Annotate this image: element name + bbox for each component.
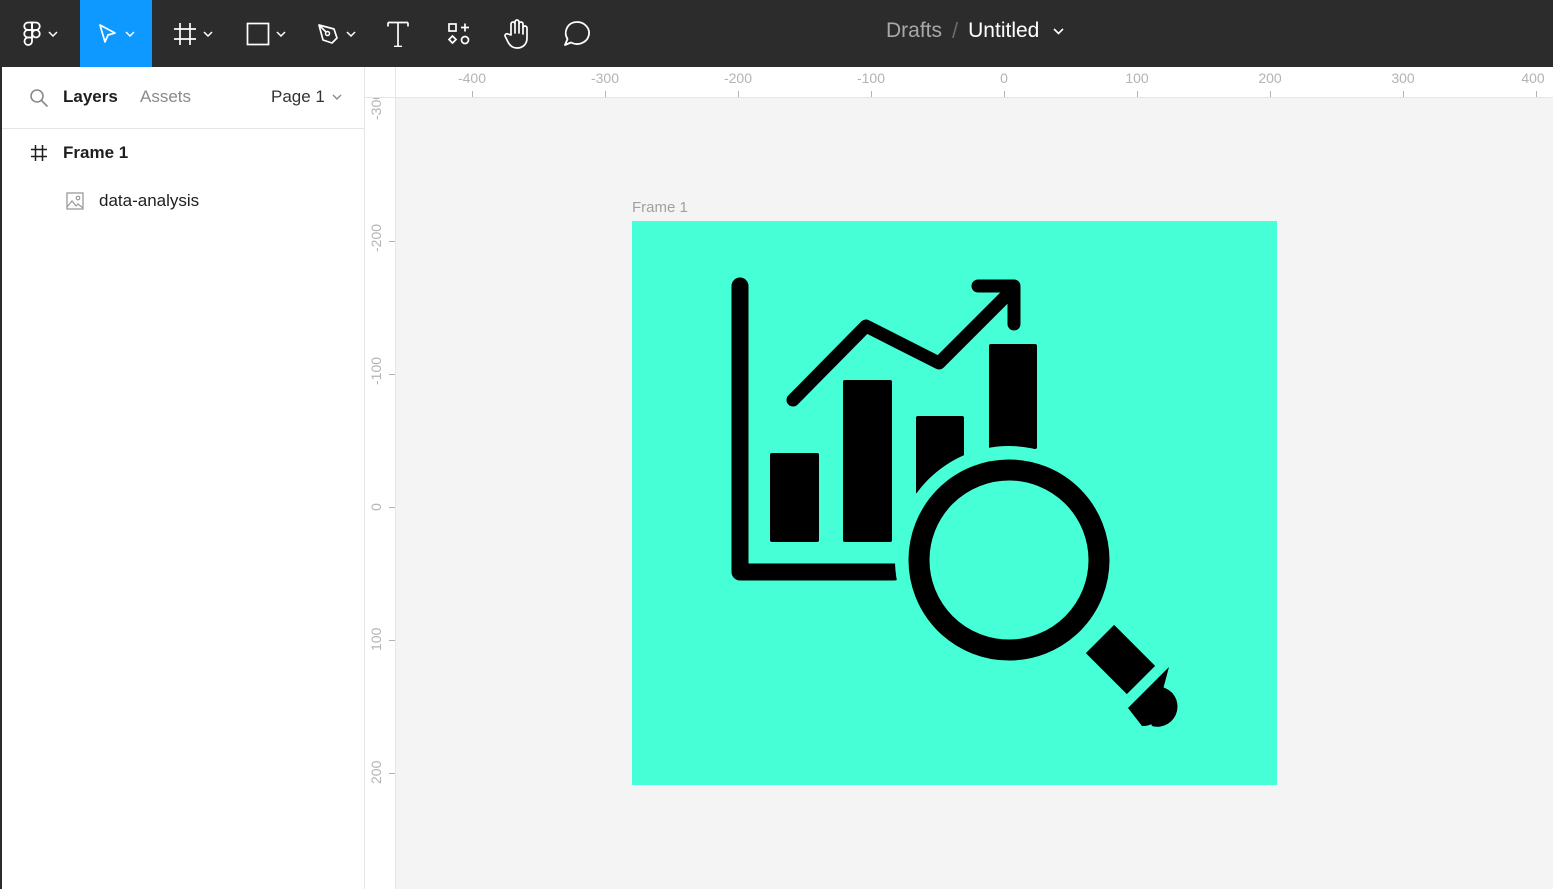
ruler-tick (1137, 91, 1138, 97)
chevron-down-icon (48, 30, 58, 37)
ruler-tick (389, 374, 395, 375)
chevron-down-icon (276, 30, 286, 37)
ruler-tick (389, 241, 395, 242)
ruler-tick (738, 91, 739, 97)
frame-name-label[interactable]: Frame 1 (632, 199, 688, 216)
ruler-tick (605, 91, 606, 97)
ruler-label: 400 (1521, 70, 1545, 86)
rectangle-icon (246, 22, 270, 45)
pen-tool-button[interactable] (308, 0, 364, 67)
comment-tool-button[interactable] (554, 0, 600, 67)
chevron-down-icon (125, 30, 135, 37)
ruler-label: -300 (368, 91, 384, 120)
ruler-tick (389, 640, 395, 641)
frame-icon (174, 22, 196, 45)
ruler-tick (1403, 91, 1404, 97)
breadcrumb-separator: / (952, 18, 959, 43)
tab-layers[interactable]: Layers (63, 87, 118, 107)
left-panel: Layers Assets Page 1 Frame 1 data-analys… (0, 67, 365, 889)
cursor-arrow-icon (99, 23, 116, 43)
shape-tool-button[interactable] (236, 0, 296, 67)
ruler-label: -100 (856, 70, 886, 86)
ruler-tick (1270, 91, 1271, 97)
search-icon[interactable] (29, 88, 49, 113)
chevron-down-icon (203, 30, 213, 37)
ruler-label: 300 (1391, 70, 1415, 86)
ruler-label: -400 (457, 70, 487, 86)
page-selector[interactable]: Page 1 (271, 87, 342, 107)
ruler-label: 200 (1258, 70, 1282, 86)
frame-icon (30, 144, 48, 167)
ruler-tick (389, 507, 395, 508)
ruler-horizontal: -400 -300 -200 -100 0 100 200 300 400 (365, 67, 1553, 98)
toolbar: Drafts / Untitled (0, 0, 1553, 67)
ruler-tick (1536, 91, 1537, 97)
ruler-tick (472, 91, 473, 97)
main-menu-button[interactable] (0, 0, 80, 67)
ruler-label: 100 (368, 627, 384, 651)
figma-logo-icon (23, 21, 41, 46)
ruler-tick (1004, 91, 1005, 97)
ruler-label: -200 (368, 223, 384, 252)
layer-row-frame-1[interactable]: Frame 1 (2, 131, 365, 175)
frame-tool-button[interactable] (160, 0, 226, 67)
ruler-label: 100 (1125, 70, 1149, 86)
layer-name: data-analysis (99, 191, 200, 210)
resources-tool-button[interactable] (436, 0, 482, 67)
ruler-tick (871, 91, 872, 97)
text-icon (387, 21, 409, 47)
ruler-tick (389, 773, 395, 774)
ruler-label: -100 (368, 356, 384, 385)
panel-header: Layers Assets Page 1 (2, 67, 365, 129)
ruler-label: -300 (590, 70, 620, 86)
image-icon (66, 192, 84, 215)
file-name[interactable]: Untitled (968, 19, 1039, 43)
layer-row-data-analysis[interactable]: data-analysis (2, 179, 365, 223)
ruler-label: -200 (723, 70, 753, 86)
data-analysis-image[interactable] (632, 221, 1277, 785)
chevron-down-icon (1053, 27, 1064, 35)
pen-icon (318, 23, 338, 44)
tab-assets[interactable]: Assets (140, 87, 191, 107)
layer-name: Frame 1 (63, 143, 129, 162)
bar-4 (989, 344, 1037, 449)
ruler-label: 0 (1000, 70, 1008, 86)
page-selector-label: Page 1 (271, 87, 325, 106)
trend-line (786, 284, 1018, 407)
comment-icon (564, 20, 590, 46)
chevron-down-icon (346, 30, 356, 37)
hand-tool-button[interactable] (494, 0, 540, 67)
resources-icon (447, 22, 470, 44)
move-tool-button[interactable] (80, 0, 152, 67)
bar-1 (770, 453, 819, 542)
breadcrumb-drafts-link[interactable]: Drafts (886, 19, 942, 43)
magnifier-ring (908, 459, 1110, 661)
frame-1[interactable] (632, 221, 1277, 785)
chevron-down-icon (332, 94, 342, 100)
ruler-vertical: -300 -200 -100 0 100 200 (365, 67, 396, 889)
bar-2 (843, 380, 892, 542)
ruler-corner (365, 67, 396, 98)
hand-icon (504, 18, 528, 49)
ruler-label: 200 (368, 760, 384, 784)
ruler-label: 0 (368, 503, 384, 511)
text-tool-button[interactable] (376, 0, 420, 67)
magnifier-handle (1085, 624, 1156, 695)
file-menu-button[interactable] (1053, 27, 1064, 35)
breadcrumb: Drafts / Untitled (886, 0, 1064, 62)
